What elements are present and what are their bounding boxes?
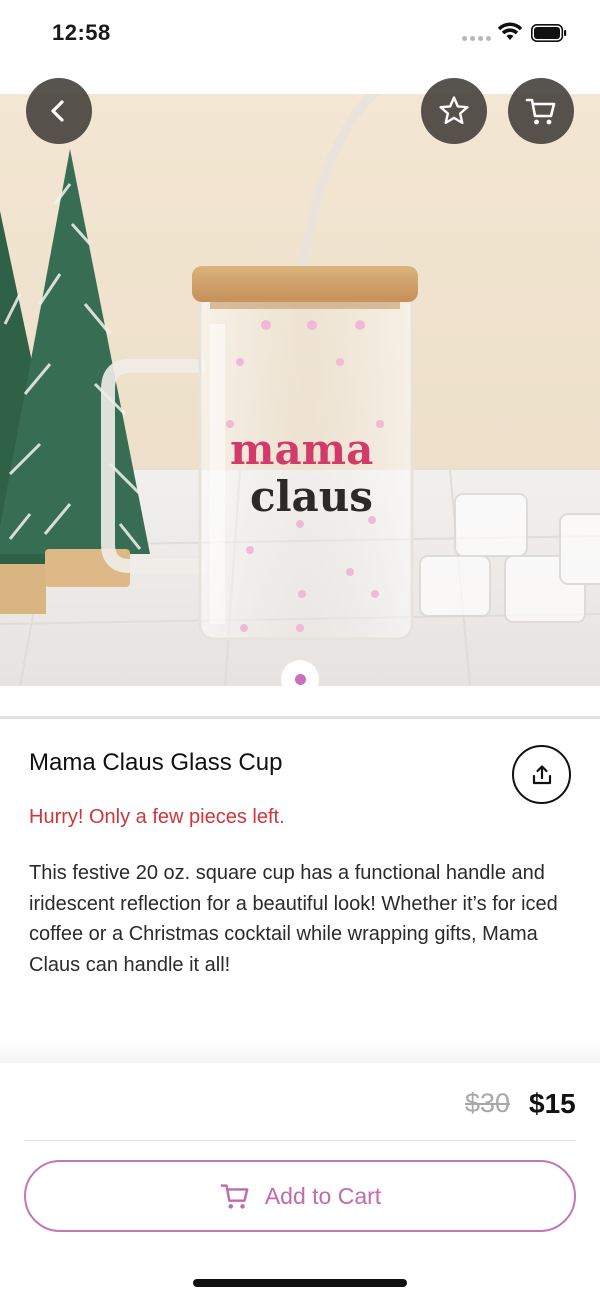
divider xyxy=(24,1140,576,1141)
product-title: Mama Claus Glass Cup xyxy=(29,749,283,776)
status-time: 12:58 xyxy=(52,20,111,45)
share-button[interactable] xyxy=(512,745,571,804)
sale-price: $15 xyxy=(529,1088,576,1119)
pager-dot-active xyxy=(294,673,306,685)
battery-icon xyxy=(531,24,567,42)
image-pager[interactable] xyxy=(281,660,319,698)
cup-print-line1: mama xyxy=(230,425,373,474)
back-button[interactable] xyxy=(26,78,92,144)
cart-button[interactable] xyxy=(508,78,574,144)
chevron-left-icon xyxy=(51,100,64,122)
signal-icon xyxy=(462,36,491,41)
wifi-icon xyxy=(497,22,523,40)
home-indicator[interactable] xyxy=(193,1279,407,1287)
product-description: This festive 20 oz. square cup has a fun… xyxy=(29,862,558,976)
star-icon xyxy=(439,96,469,125)
product-image[interactable]: mama claus xyxy=(0,94,600,686)
original-price: $30 xyxy=(465,1088,511,1118)
status-bar: 12:58 xyxy=(0,0,600,66)
share-icon xyxy=(532,764,551,784)
cup-print-line2: claus xyxy=(250,472,373,521)
add-to-cart-button[interactable]: Add to Cart xyxy=(24,1160,576,1232)
favorite-button[interactable] xyxy=(421,78,487,144)
divider xyxy=(0,716,600,719)
stock-warning: Hurry! Only a few pieces left. xyxy=(29,806,285,828)
cart-icon xyxy=(220,1184,249,1209)
bottom-bar-shadow xyxy=(0,1040,600,1064)
add-to-cart-label: Add to Cart xyxy=(264,1182,382,1209)
cart-icon xyxy=(525,98,556,125)
